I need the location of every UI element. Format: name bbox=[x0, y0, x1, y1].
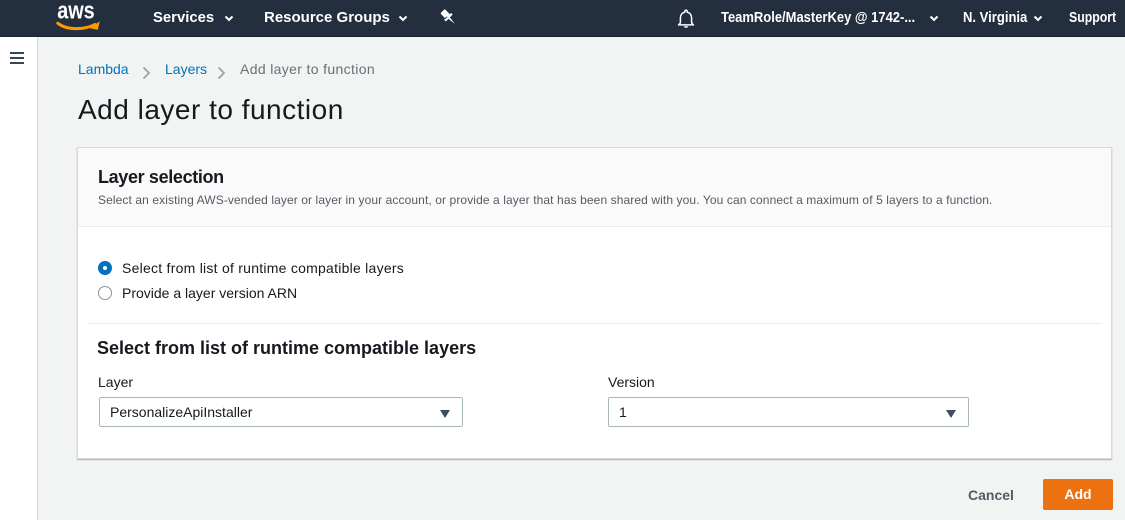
svg-text:aws: aws bbox=[57, 0, 94, 24]
